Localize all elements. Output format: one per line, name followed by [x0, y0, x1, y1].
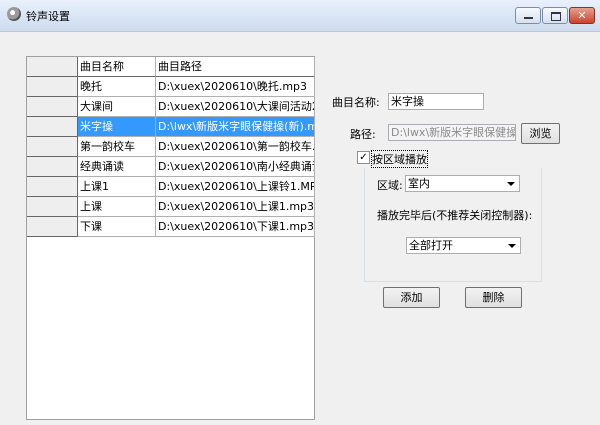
zone-play-checkbox[interactable]: ✓ [357, 151, 370, 164]
row-header[interactable] [27, 117, 78, 137]
table-row[interactable]: 晚托 D:\xuex\2020610\晚托.mp3 [27, 77, 315, 97]
row-header[interactable] [27, 77, 78, 97]
track-name-label: 曲目名称: [332, 96, 380, 109]
minimize-icon [524, 17, 533, 19]
cell-track-path[interactable]: D:\lwx\新版米字眼保健操(新).mp3 [156, 117, 315, 137]
cell-track-name[interactable]: 上课1 [78, 177, 156, 197]
chevron-down-icon[interactable] [505, 239, 519, 252]
cell-track-path[interactable]: D:\xuex\2020610\第一韵校车.mp3 [156, 137, 315, 157]
path-input[interactable]: D:\lwx\新版米字眼保健操(新).r [388, 124, 516, 141]
after-play-select[interactable]: 全部打开 [406, 237, 521, 254]
cell-track-name[interactable]: 晚托 [78, 77, 156, 97]
row-header[interactable] [27, 217, 78, 237]
close-button[interactable]: ✕ [569, 7, 595, 24]
add-button[interactable]: 添加 [383, 287, 440, 308]
cell-track-name[interactable]: 米字操 [78, 117, 156, 137]
browse-button[interactable]: 浏览 [521, 123, 560, 144]
zone-label: 区域: [377, 179, 403, 192]
row-header[interactable] [27, 137, 78, 157]
cell-track-name[interactable]: 上课 [78, 197, 156, 217]
table-row[interactable]: 经典诵读 D:\xuex\2020610\南小经典诵读_缩混_2 [27, 157, 315, 177]
cell-track-name[interactable]: 第一韵校车 [78, 137, 156, 157]
ringtone-grid[interactable]: 曲目名称 曲目路径 晚托 D:\xuex\2020610\晚托.mp3 大课间 … [26, 56, 315, 420]
table-row[interactable]: 上课 D:\xuex\2020610\上课1.mp3 [27, 197, 315, 217]
after-play-select-value: 全部打开 [409, 239, 453, 252]
maximize-button[interactable] [542, 7, 568, 24]
cell-track-path[interactable]: D:\xuex\2020610\大课间活动20191121. [156, 97, 315, 117]
title-bar: 铃声设置 ✕ [0, 0, 600, 32]
close-icon: ✕ [577, 9, 587, 22]
grid-header-row: 曲目名称 曲目路径 [27, 57, 315, 77]
table-row[interactable]: 大课间 D:\xuex\2020610\大课间活动20191121. [27, 97, 315, 117]
row-header[interactable] [27, 157, 78, 177]
cell-track-path[interactable]: D:\xuex\2020610\上课1.mp3 [156, 197, 315, 217]
cell-track-path[interactable]: D:\xuex\2020610\南小经典诵读_缩混_2 [156, 157, 315, 177]
window-title: 铃声设置 [26, 10, 70, 23]
row-header[interactable] [27, 177, 78, 197]
maximize-icon [551, 12, 561, 21]
row-header[interactable] [27, 97, 78, 117]
track-name-input[interactable]: 米字操 [388, 93, 484, 110]
cell-track-path[interactable]: D:\xuex\2020610\上课铃1.MP3 [156, 177, 315, 197]
table-row-selected[interactable]: 米字操 D:\lwx\新版米字眼保健操(新).mp3 [27, 117, 315, 137]
app-icon [7, 7, 21, 21]
cell-track-path[interactable]: D:\xuex\2020610\下课1.mp3 [156, 217, 315, 237]
column-header-path[interactable]: 曲目路径 [156, 57, 315, 77]
column-header-name[interactable]: 曲目名称 [78, 57, 156, 77]
cell-track-name[interactable]: 下课 [78, 217, 156, 237]
zone-play-checkbox-label[interactable]: 按区域播放 [371, 150, 428, 168]
zone-select[interactable]: 室内 [405, 175, 520, 192]
table-row[interactable]: 上课1 D:\xuex\2020610\上课铃1.MP3 [27, 177, 315, 197]
minimize-button[interactable] [515, 7, 541, 24]
path-label: 路径: [350, 128, 376, 141]
delete-button[interactable]: 删除 [465, 287, 522, 308]
cell-track-path[interactable]: D:\xuex\2020610\晚托.mp3 [156, 77, 315, 97]
cell-track-name[interactable]: 经典诵读 [78, 157, 156, 177]
after-play-label: 播放完毕后(不推荐关闭控制器): [377, 209, 533, 222]
zone-select-value: 室内 [408, 177, 430, 190]
table-row[interactable]: 下课 D:\xuex\2020610\下课1.mp3 [27, 217, 315, 237]
chevron-down-icon[interactable] [504, 177, 518, 190]
grid-corner-cell[interactable] [27, 57, 78, 77]
row-header[interactable] [27, 197, 78, 217]
cell-track-name[interactable]: 大课间 [78, 97, 156, 117]
table-row[interactable]: 第一韵校车 D:\xuex\2020610\第一韵校车.mp3 [27, 137, 315, 157]
